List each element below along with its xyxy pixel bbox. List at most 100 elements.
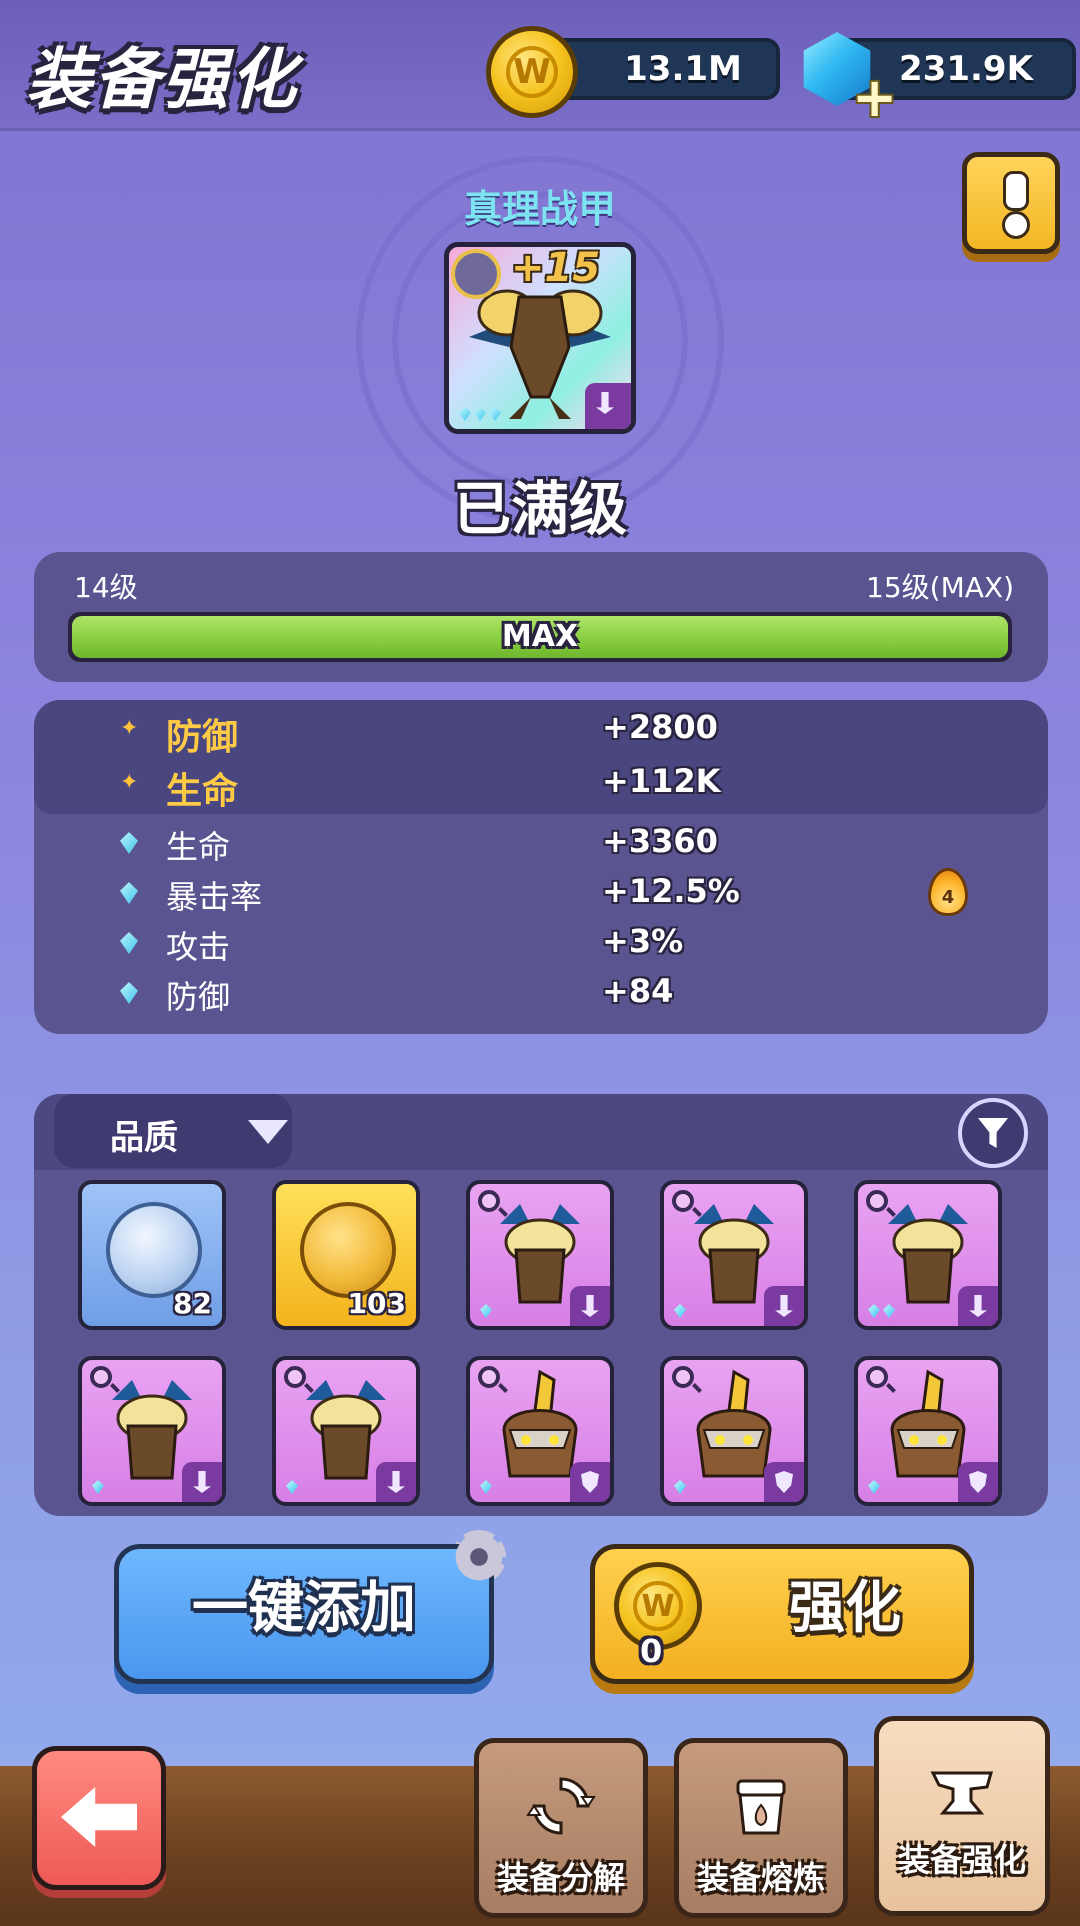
level-progress-text: MAX <box>501 619 579 654</box>
main-stat-row: ✦ 防御 +2800 <box>0 708 1080 758</box>
equipment-card[interactable]: +15 <box>444 242 636 434</box>
sub-stat-gem-icon <box>120 982 138 1004</box>
main-stat-star-icon: ✦ <box>120 770 139 795</box>
chevron-down-icon <box>248 1120 288 1144</box>
inventory-slot[interactable] <box>466 1356 614 1506</box>
sword-type-icon <box>570 1286 610 1326</box>
stat-value: +3360 <box>602 822 718 860</box>
inventory-slot[interactable]: 103 <box>272 1180 420 1330</box>
enhance-level: +15 <box>511 245 601 291</box>
max-level-status: 已满级 <box>452 475 627 543</box>
upgrade-label: 强化 <box>789 1576 901 1641</box>
tab-disassemble[interactable]: 装备分解 <box>474 1738 648 1918</box>
item-count: 82 <box>173 1287 212 1320</box>
quality-gems <box>286 1480 298 1494</box>
inventory-panel: 品质 82 103 <box>34 1094 1048 1516</box>
gem-dot-icon <box>480 1480 492 1494</box>
tab-enhance[interactable]: 装备强化 <box>874 1716 1050 1916</box>
gem-dot-icon <box>868 1480 880 1494</box>
gem-dot-icon <box>480 1304 492 1318</box>
add-all-label: 一键添加 <box>192 1576 416 1641</box>
gem-dot-icon <box>674 1480 686 1494</box>
sub-stat-gem-icon <box>120 882 138 904</box>
furnace-icon <box>736 1779 786 1835</box>
sword-type-icon <box>958 1286 998 1326</box>
inventory-slot[interactable] <box>466 1180 614 1330</box>
inventory-slot[interactable]: 82 <box>78 1180 226 1330</box>
stat-value: +12.5% <box>602 872 740 910</box>
stat-name: 防御 <box>166 978 231 1016</box>
tab-label: 装备强化 <box>897 1841 1026 1879</box>
equipment-name: 真理战甲 <box>463 187 616 231</box>
recycle-icon <box>526 1777 596 1835</box>
add-gems-icon[interactable]: + <box>852 71 897 125</box>
sword-type-icon <box>585 383 631 429</box>
item-count: 103 <box>347 1287 406 1320</box>
tab-label: 装备熔炼 <box>696 1859 825 1897</box>
shield-type-icon <box>570 1462 610 1502</box>
stat-value: +2800 <box>602 708 718 746</box>
quality-gems <box>480 1304 492 1318</box>
main-stat-row: ✦ 生命 +112K <box>0 762 1080 812</box>
filter-button[interactable] <box>958 1098 1028 1168</box>
quality-sort-dropdown[interactable]: 品质 <box>54 1094 292 1168</box>
quality-gems <box>674 1480 686 1494</box>
quality-gems <box>92 1480 104 1494</box>
gold-coin-icon <box>300 1202 396 1298</box>
next-level-label: 15级(MAX) <box>866 571 1014 604</box>
sub-stat-row: 防御 +84 <box>0 972 1080 1018</box>
gold-amount: 13.1M <box>624 49 742 89</box>
gem-dot-icon <box>286 1480 298 1494</box>
sword-type-icon <box>764 1286 804 1326</box>
level-progress-bar: MAX <box>68 612 1012 662</box>
quality-gems <box>868 1304 895 1318</box>
quality-gems <box>674 1304 686 1318</box>
silver-coin-icon <box>106 1202 202 1298</box>
gem-dot-icon <box>868 1304 880 1318</box>
gem-dot-icon <box>883 1304 895 1318</box>
back-button[interactable] <box>32 1746 166 1890</box>
current-level-label: 14级 <box>74 571 138 604</box>
back-arrow-icon <box>61 1787 137 1847</box>
cost-coin-icon: W <box>614 1562 702 1650</box>
stat-name: 攻击 <box>166 928 231 966</box>
sub-stat-gem-icon <box>120 832 138 854</box>
sub-stat-row: 攻击 +3% <box>0 922 1080 968</box>
anvil-icon <box>930 1771 993 1815</box>
sub-stat-row: 生命 +3360 <box>0 822 1080 868</box>
stat-name: 生命 <box>166 828 231 866</box>
stat-value: +84 <box>602 972 674 1010</box>
quality-gems <box>480 1480 492 1494</box>
inventory-slot[interactable] <box>660 1180 808 1330</box>
set-icon <box>451 249 501 299</box>
gem-dot-icon <box>92 1480 104 1494</box>
sword-type-icon <box>376 1462 416 1502</box>
inventory-slot[interactable] <box>660 1356 808 1506</box>
inventory-slot[interactable] <box>854 1356 1002 1506</box>
gem-amount: 231.9K <box>899 49 1033 89</box>
gold-coin-icon: W <box>486 26 578 118</box>
shield-type-icon <box>958 1462 998 1502</box>
inventory-slot[interactable] <box>854 1180 1002 1330</box>
page-title: 装备强化 <box>26 41 298 118</box>
stat-value: +112K <box>602 762 721 800</box>
quality-gems <box>868 1480 880 1494</box>
quality-gems <box>459 407 501 421</box>
sort-label: 品质 <box>110 1118 178 1158</box>
stat-name: 生命 <box>166 771 239 812</box>
shield-type-icon <box>764 1462 804 1502</box>
main-stat-star-icon: ✦ <box>120 716 139 741</box>
gear-icon[interactable] <box>452 1530 506 1584</box>
stat-value: +3% <box>602 922 684 960</box>
sub-stat-gem-icon <box>120 932 138 954</box>
inventory-slot[interactable] <box>272 1356 420 1506</box>
inventory-slot[interactable] <box>78 1356 226 1506</box>
stat-name: 防御 <box>166 717 239 758</box>
tab-label: 装备分解 <box>496 1859 625 1897</box>
add-all-button[interactable]: 一键添加 <box>114 1544 494 1684</box>
stat-name: 暴击率 <box>166 878 263 916</box>
gem-dot-icon <box>674 1304 686 1318</box>
tab-smelt[interactable]: 装备熔炼 <box>674 1738 848 1918</box>
sub-stat-row: 暴击率 +12.5% <box>0 872 1080 918</box>
sword-type-icon <box>182 1462 222 1502</box>
